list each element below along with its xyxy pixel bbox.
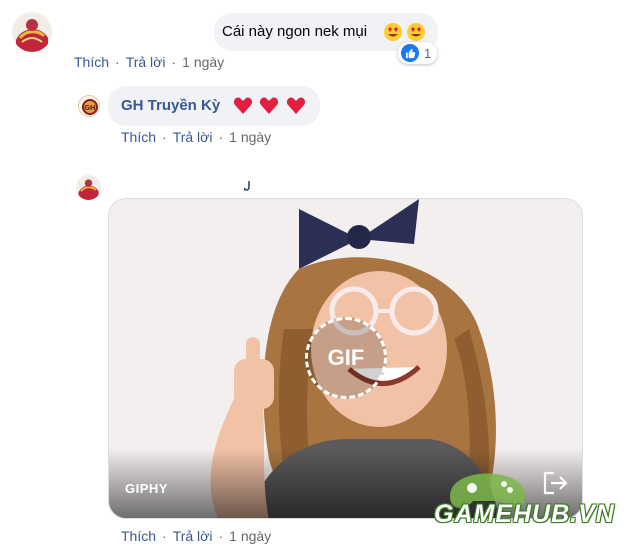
comment-actions: Thích · Trả lời · 1 ngày bbox=[74, 54, 224, 70]
gif-play-badge[interactable]: GIF bbox=[305, 317, 387, 399]
watermark-text: GAMEHUB.VN bbox=[434, 500, 615, 528]
separator: · bbox=[162, 528, 167, 544]
timestamp[interactable]: 1 ngày bbox=[229, 528, 271, 544]
reply-link[interactable]: Trả lời bbox=[173, 528, 213, 544]
reaction-summary[interactable]: 1 bbox=[398, 42, 438, 64]
comment-text: Cái này ngon nek mụi bbox=[222, 23, 368, 40]
red-heart-emoji bbox=[233, 96, 309, 121]
separator: · bbox=[115, 54, 120, 70]
separator: · bbox=[171, 54, 177, 70]
replier-avatar[interactable] bbox=[76, 175, 101, 200]
like-icon bbox=[401, 44, 419, 62]
like-link[interactable]: Thích bbox=[121, 129, 156, 145]
giphy-label: GIPHY bbox=[125, 481, 168, 496]
timestamp[interactable]: 1 ngày bbox=[229, 129, 271, 145]
commenter-avatar[interactable] bbox=[12, 12, 52, 52]
separator: · bbox=[162, 129, 167, 145]
timestamp[interactable]: 1 ngày bbox=[182, 54, 224, 70]
like-link[interactable]: Thích bbox=[74, 54, 109, 70]
reply-author[interactable]: GH Truyền Kỳ bbox=[121, 97, 220, 114]
separator: · bbox=[218, 129, 224, 145]
reply-link[interactable]: Trả lời bbox=[126, 54, 166, 70]
separator: · bbox=[218, 528, 224, 544]
svg-text:GH: GH bbox=[84, 104, 96, 112]
gif-badge-label: GIF bbox=[327, 345, 365, 370]
page-avatar[interactable]: GH bbox=[78, 95, 100, 117]
like-link[interactable]: Thích bbox=[121, 528, 156, 544]
blurred-name-fragment bbox=[243, 178, 252, 191]
reply-actions: Thích · Trả lời · 1 ngày bbox=[121, 129, 271, 145]
reaction-count: 1 bbox=[424, 45, 432, 61]
reply-link[interactable]: Trả lời bbox=[173, 129, 213, 145]
gif-reply-actions: Thích · Trả lời · 1 ngày bbox=[121, 528, 271, 544]
